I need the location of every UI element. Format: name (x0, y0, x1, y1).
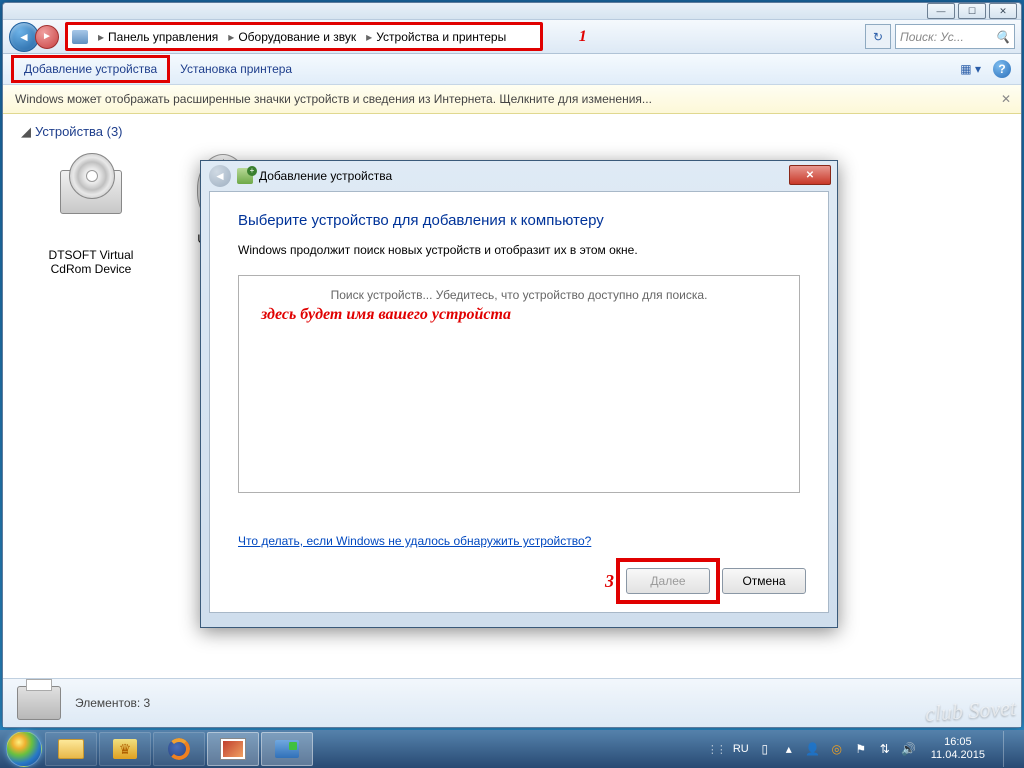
network-icon[interactable]: ⇅ (877, 741, 893, 757)
add-device-link[interactable]: Добавление устройства (11, 55, 170, 83)
refresh-button[interactable]: ↻ (865, 24, 891, 49)
lang-indicator[interactable]: RU (733, 743, 749, 755)
taskbar-image[interactable] (207, 732, 259, 766)
volume-icon[interactable]: 🔊 (901, 741, 917, 757)
navbar: ◄ ► ▸Панель управления ▸Оборудование и з… (3, 20, 1021, 54)
help-icon[interactable]: ? (993, 60, 1011, 78)
device-label: DTSOFT Virtual CdRom Device (41, 248, 141, 277)
dialog-back-button[interactable]: ◄ (209, 165, 231, 187)
tray-chevron-icon[interactable]: ▴ (781, 741, 797, 757)
taskbar: ♛ ⋮⋮ RU ▯ ▴ 👤 ◎ ⚑ ⇅ 🔊 16:05 11.04.2015 (0, 730, 1024, 768)
info-text: Windows может отображать расширенные зна… (15, 92, 652, 106)
add-device-icon (237, 168, 253, 184)
add-device-dialog: ◄ Добавление устройства ✕ Выберите устро… (200, 160, 838, 628)
status-text: Элементов: 3 (75, 696, 150, 710)
close-button[interactable]: ✕ (989, 3, 1017, 19)
highlight-box-next: Далее (616, 558, 720, 604)
crumb-3[interactable]: Устройства и принтеры (376, 30, 506, 44)
start-button[interactable] (4, 731, 44, 767)
show-desktop-button[interactable] (1003, 731, 1016, 767)
address-bar[interactable]: ▸Панель управления ▸Оборудование и звук … (65, 22, 543, 51)
forward-button[interactable]: ► (35, 25, 59, 49)
tray-user-icon[interactable]: 👤 (805, 741, 821, 757)
device-item[interactable]: DTSOFT Virtual CdRom Device (41, 152, 141, 277)
device-list[interactable]: Поиск устройств... Убедитесь, что устрой… (238, 275, 800, 493)
folder-icon (58, 739, 84, 759)
info-close-icon[interactable]: ✕ (1001, 92, 1011, 106)
cancel-button[interactable]: Отмена (722, 568, 806, 594)
devices-icon (72, 30, 88, 44)
taskbar-firefox[interactable] (153, 732, 205, 766)
dialog-body: Выберите устройство для добавления к ком… (209, 191, 829, 613)
taskbar-app[interactable]: ♛ (99, 732, 151, 766)
tray-grip-icon[interactable]: ⋮⋮ (707, 743, 725, 756)
next-button[interactable]: Далее (626, 568, 710, 594)
toolbar: Добавление устройства Установка принтера… (3, 54, 1021, 85)
clock-date: 11.04.2015 (931, 749, 985, 762)
titlebar[interactable]: — ☐ ✕ (3, 3, 1021, 20)
windows-orb-icon (6, 731, 42, 767)
crumb-2[interactable]: Оборудование и звук (238, 30, 356, 44)
system-tray: ⋮⋮ RU ▯ ▴ 👤 ◎ ⚑ ⇅ 🔊 16:05 11.04.2015 (707, 731, 1020, 767)
info-bar[interactable]: Windows может отображать расширенные зна… (3, 85, 1021, 114)
searching-text: Поиск устройств... Убедитесь, что устрой… (251, 288, 787, 302)
search-input[interactable]: Поиск: Ус... 🔍 (895, 24, 1015, 49)
search-placeholder: Поиск: Ус... (900, 30, 964, 44)
flag-icon[interactable]: ▯ (757, 741, 773, 757)
maximize-button[interactable]: ☐ (958, 3, 986, 19)
crumb-1[interactable]: Панель управления (108, 30, 218, 44)
image-icon (220, 738, 246, 760)
section-header[interactable]: ◢Устройства (3) (21, 124, 1003, 140)
dialog-text: Windows продолжит поиск новых устройств … (238, 243, 800, 257)
tray-app-icon[interactable]: ◎ (829, 741, 845, 757)
status-bar: Элементов: 3 (3, 678, 1021, 727)
dialog-close-button[interactable]: ✕ (789, 165, 831, 185)
help-link[interactable]: Что делать, если Windows не удалось обна… (238, 534, 591, 548)
search-icon[interactable]: 🔍 (995, 30, 1010, 44)
dvd-drive-icon (55, 170, 127, 242)
dialog-heading: Выберите устройство для добавления к ком… (238, 212, 800, 229)
app-icon: ♛ (113, 739, 137, 759)
view-menu-icon[interactable]: ▦ ▾ (960, 62, 981, 76)
dialog-title: Добавление устройства (259, 169, 392, 183)
taskbar-control-panel[interactable] (261, 732, 313, 766)
taskbar-explorer[interactable] (45, 732, 97, 766)
dialog-header[interactable]: ◄ Добавление устройства ✕ (201, 161, 837, 191)
add-printer-link[interactable]: Установка принтера (170, 58, 302, 80)
firefox-icon (168, 738, 190, 760)
annotation-3: 3 (605, 571, 614, 592)
clock-time: 16:05 (931, 736, 985, 749)
printer-icon (17, 686, 61, 720)
control-panel-icon (275, 740, 299, 758)
clock[interactable]: 16:05 11.04.2015 (925, 736, 991, 762)
annotation-1: 1 (579, 28, 587, 46)
annotation-2: здесь будет имя вашего устройста (251, 306, 787, 324)
minimize-button[interactable]: — (927, 3, 955, 19)
action-center-icon[interactable]: ⚑ (853, 741, 869, 757)
